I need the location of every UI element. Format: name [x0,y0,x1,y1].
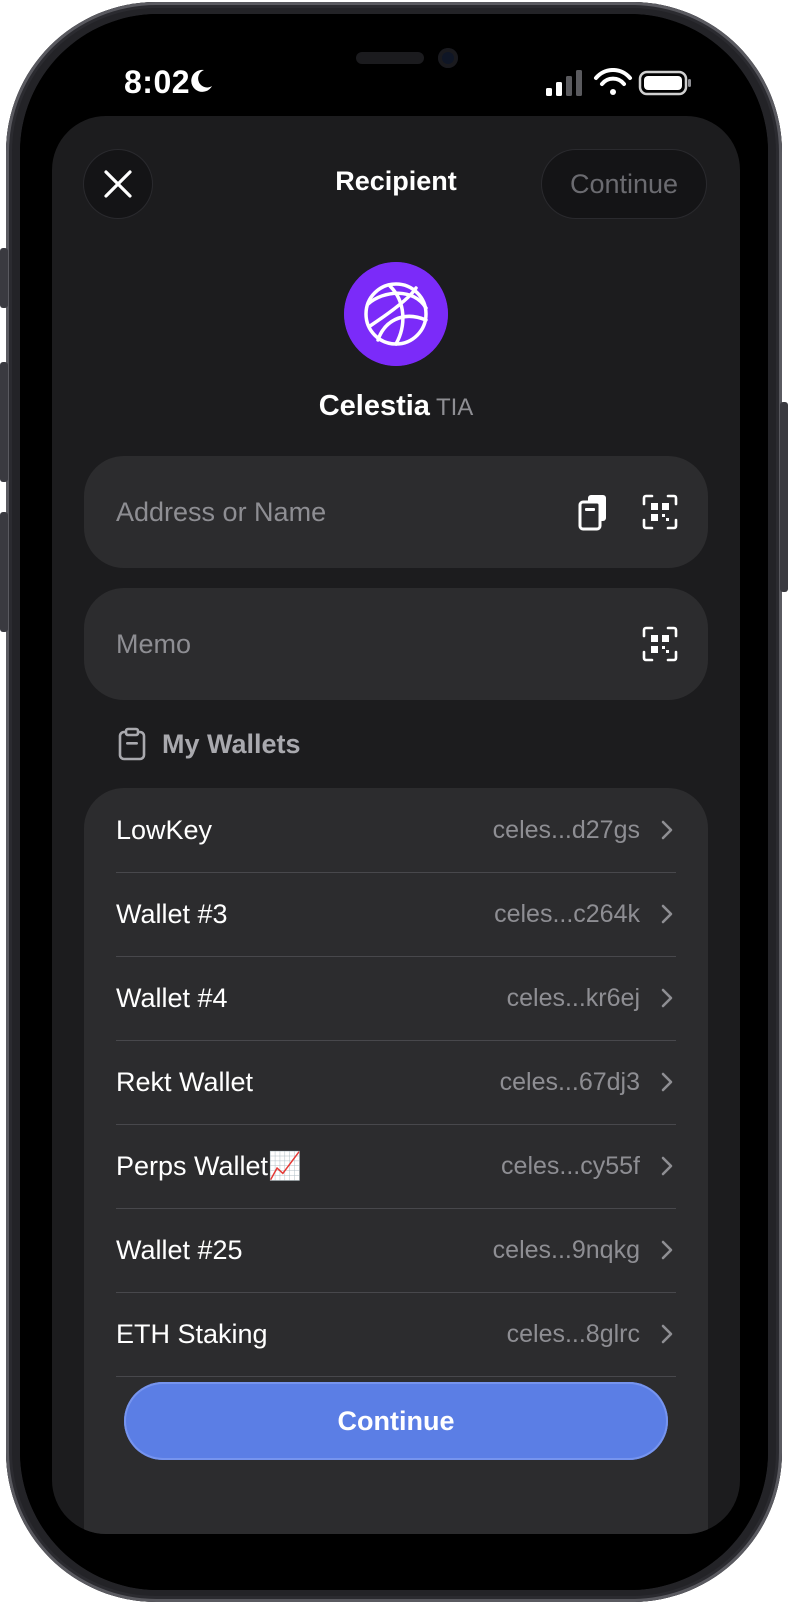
token-symbol: TIA [435,394,474,421]
wallet-name: Perps Wallet📈 [116,1151,302,1181]
wallet-address: celes...cy55f [501,1152,640,1180]
wallet-address: celes...67dj3 [499,1068,640,1096]
wallet-row-wallet-25[interactable]: Wallet #25 celes...9nqkg [116,1208,676,1293]
status-time: 8:02 [124,64,191,100]
header-continue-button[interactable]: Continue [542,150,706,218]
wallet-row-wallet-4[interactable]: Wallet #4 celes...kr6ej [116,956,676,1041]
paste-icon[interactable] [574,492,614,532]
battery-icon [638,70,691,96]
wallet-address: celes...c264k [494,900,640,928]
wallet-row-rekt-wallet[interactable]: Rekt Wallet celes...67dj3 [116,1040,676,1125]
chevron-right-icon [661,1072,673,1092]
phone-frame: 8:02 Recipient Continue Celestia TIA Add… [0,2,788,1602]
cellular-signal-icon [546,70,582,96]
address-input[interactable]: Address or Name [84,456,708,568]
power-button [780,402,788,592]
wallet-address: celes...9nqkg [492,1236,640,1264]
action-button [0,248,8,308]
qr-scan-icon[interactable] [640,624,680,664]
volume-up-button [0,362,8,482]
wallet-address: celes...kr6ej [506,984,640,1012]
wallet-name: ETH Staking [116,1319,268,1349]
volume-down-button [0,512,8,632]
memo-placeholder: Memo [116,629,192,659]
section-label: My Wallets [162,728,301,759]
token-name-row: Celestia TIA [52,390,740,423]
chevron-right-icon [661,1156,673,1176]
memo-input[interactable]: Memo [84,588,708,700]
wallet-name: LowKey [116,815,213,845]
clipboard-icon [118,727,146,761]
address-placeholder: Address or Name [116,497,327,527]
chevron-right-icon [661,988,673,1008]
wallet-row-lowkey[interactable]: LowKey celes...d27gs [116,788,676,873]
token-name: Celestia [318,390,430,422]
wallet-address: celes...d27gs [492,816,640,844]
continue-button[interactable]: Continue [124,1382,668,1460]
wallet-name: Wallet #3 [116,899,228,929]
bezel: 8:02 Recipient Continue Celestia TIA Add… [20,14,768,1590]
recipient-sheet: Recipient Continue Celestia TIA Address … [52,116,740,1534]
status-indicators [546,68,691,96]
chevron-right-icon [661,904,673,924]
moon-icon [191,69,212,92]
front-camera [438,48,458,68]
chevron-right-icon [661,1324,673,1344]
wallet-name: Wallet #4 [116,983,228,1013]
qr-scan-icon[interactable] [640,492,680,532]
wallet-address: celes...8glrc [506,1320,640,1348]
wallet-row-eth-staking[interactable]: ETH Staking celes...8glrc [116,1292,676,1377]
earpiece-speaker [356,52,424,64]
wallet-row-wallet-3[interactable]: Wallet #3 celes...c264k [116,872,676,957]
celestia-logo [344,262,448,366]
screen: 8:02 Recipient Continue Celestia TIA Add… [20,14,768,1590]
chevron-right-icon [661,820,673,840]
my-wallets-header: My Wallets [118,726,301,762]
wallet-row-perps-wallet[interactable]: Perps Wallet📈 celes...cy55f [116,1124,676,1209]
wallet-name: Rekt Wallet [116,1067,254,1097]
chevron-right-icon [661,1240,673,1260]
wallet-name: Wallet #25 [116,1235,243,1265]
wifi-icon [594,68,632,95]
